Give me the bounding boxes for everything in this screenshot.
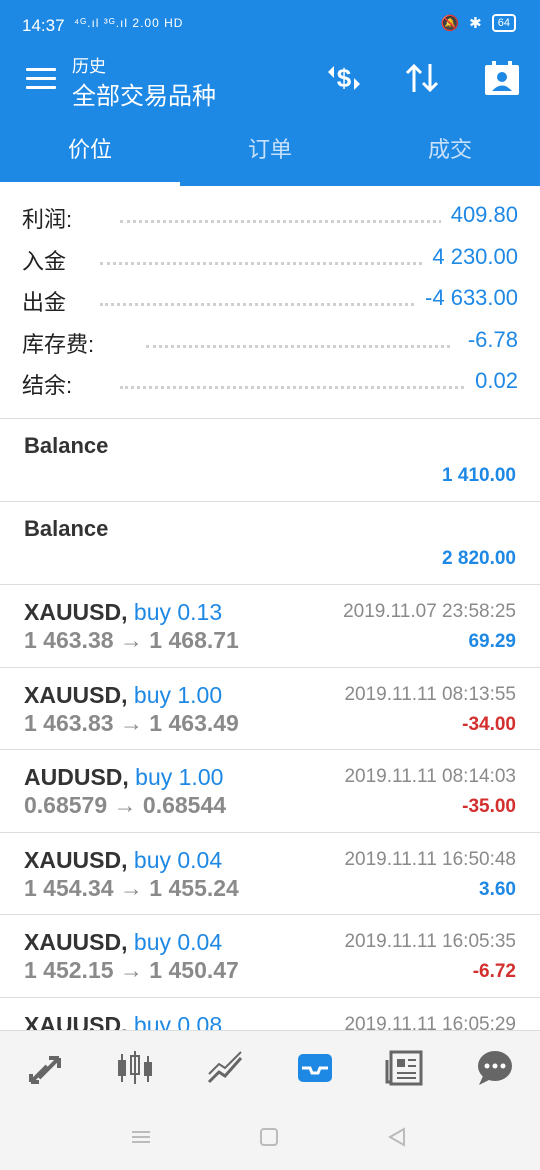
bottom-navigation — [0, 1030, 540, 1104]
trade-prices: 1 454.34 → 1 455.24 — [24, 874, 239, 901]
summary-value: 0.02 — [465, 368, 518, 394]
battery-icon: 64 — [491, 14, 516, 32]
trade-time: 2019.11.11 08:14:03 — [344, 766, 516, 787]
nav-quotes[interactable] — [0, 1031, 90, 1104]
summary-label: 库存费: — [22, 326, 105, 359]
svg-text:$: $ — [337, 63, 352, 93]
trade-side: buy 0.04 — [133, 929, 223, 955]
currency-exchange-icon[interactable]: $ — [324, 58, 364, 98]
summary-label: 出金 — [22, 285, 77, 317]
trend-chart-icon — [207, 1050, 243, 1083]
summary-panel: 利润: 409.80 入金 4 230.00 出金 -4 633.00 库存费:… — [0, 196, 540, 404]
summary-row-deposit: 入金 4 230.00 — [0, 238, 540, 280]
balance-amount: 2 820.00 — [442, 548, 516, 569]
symbol-selector[interactable]: 全部交易品种 — [72, 76, 216, 111]
trade-profit: -6.72 — [472, 961, 516, 982]
nav-history[interactable] — [270, 1031, 360, 1104]
balance-title: Balance — [24, 516, 109, 541]
trade-profit: 3.60 — [479, 878, 516, 900]
recent-apps-icon[interactable] — [130, 1126, 152, 1153]
balance-amount: 1 410.00 — [442, 465, 516, 486]
menu-icon[interactable] — [26, 68, 56, 92]
summary-label: 利润: — [22, 202, 83, 234]
trade-profit: -34.00 — [462, 713, 516, 735]
back-icon[interactable] — [386, 1126, 408, 1153]
trade-time: 2019.11.07 23:58:25 — [343, 601, 516, 622]
list-item-balance[interactable]: Balance 1 410.00 — [0, 419, 540, 502]
trade-profit: -35.00 — [462, 796, 516, 817]
list-item-trade[interactable]: XAUUSD, buy 0.04 1 454.34 → 1 455.24 201… — [0, 833, 540, 915]
trade-profit: 69.29 — [468, 631, 516, 652]
tab-bar: 价位 订单 成交 — [0, 118, 540, 186]
list-item-trade[interactable]: XAUUSD, buy 0.13 1 463.38 → 1 468.71 201… — [0, 585, 540, 668]
trade-side: buy 1.00 — [135, 764, 224, 790]
trade-side: buy 0.13 — [133, 599, 223, 625]
nav-chart[interactable] — [90, 1031, 180, 1104]
nav-trade[interactable] — [180, 1031, 270, 1104]
chat-icon — [478, 1050, 512, 1085]
bluetooth-icon: ✱ — [469, 15, 482, 32]
list-item-trade[interactable]: XAUUSD, buy 0.08 2019.11.11 16:05:29 — [0, 998, 540, 1031]
trade-time: 2019.11.11 08:13:55 — [344, 683, 516, 705]
trade-time: 2019.11.11 16:50:48 — [344, 848, 516, 870]
list-item-trade[interactable]: XAUUSD, buy 0.04 1 452.15 → 1 450.47 201… — [0, 915, 540, 998]
list-item-trade[interactable]: AUDUSD, buy 1.00 0.68579 → 0.68544 2019.… — [0, 750, 540, 833]
nav-chat[interactable] — [450, 1031, 540, 1104]
trade-symbol: AUDUSD, — [24, 764, 129, 790]
trade-side: buy 1.00 — [133, 681, 223, 708]
summary-row-balance: 结余: 0.02 — [0, 362, 540, 404]
trade-prices: 1 463.38 → 1 468.71 — [24, 627, 239, 653]
history-inbox-icon — [298, 1053, 332, 1082]
list-item-trade[interactable]: XAUUSD, buy 1.00 1 463.83 → 1 463.49 201… — [0, 668, 540, 750]
summary-row-withdrawal: 出金 -4 633.00 — [0, 279, 540, 321]
candlestick-chart-icon — [118, 1050, 152, 1084]
summary-row-swap: 库存费: -6.78 — [0, 321, 540, 363]
trade-symbol: XAUUSD, — [24, 599, 128, 625]
summary-label: 入金 — [22, 243, 77, 276]
page-subtitle: 历史 — [72, 57, 106, 76]
trade-symbol: XAUUSD, — [24, 846, 128, 873]
trade-prices: 1 463.83 → 1 463.49 — [24, 709, 239, 736]
tab-positions[interactable]: 价位 — [0, 118, 180, 186]
trade-symbol: XAUUSD, — [24, 681, 128, 708]
trade-time: 2019.11.11 16:05:35 — [344, 931, 516, 952]
home-icon[interactable] — [258, 1126, 280, 1153]
trade-side: buy 0.04 — [133, 846, 223, 873]
status-time: 14:37 — [22, 16, 65, 35]
trade-prices: 1 452.15 → 1 450.47 — [24, 957, 239, 983]
toolbar: 历史 全部交易品种 $ — [0, 50, 540, 114]
status-bar: 14:37 ⁴ᴳ.ıl ³ᴳ.ıl 2.00 HD 🔕 ✱ 64 — [0, 0, 540, 52]
summary-value: -4 633.00 — [415, 285, 518, 311]
balance-title: Balance — [24, 433, 109, 458]
tab-deals[interactable]: 成交 — [360, 118, 540, 186]
network-indicator: ⁴ᴳ.ıl ³ᴳ.ıl 2.00 HD — [74, 16, 184, 30]
calendar-period-icon[interactable] — [482, 58, 522, 98]
summary-row-profit: 利润: 409.80 — [0, 196, 540, 238]
sort-icon[interactable] — [402, 58, 442, 98]
quotes-icon — [29, 1055, 61, 1084]
trade-side: buy 0.08 — [133, 1011, 223, 1031]
trade-time: 2019.11.11 16:05:29 — [344, 1013, 516, 1031]
trade-symbol: XAUUSD, — [24, 1011, 128, 1031]
app-header: 14:37 ⁴ᴳ.ıl ³ᴳ.ıl 2.00 HD 🔕 ✱ 64 历史 全部交易… — [0, 0, 540, 186]
trade-prices: 0.68579 → 0.68544 — [24, 792, 227, 818]
trade-symbol: XAUUSD, — [24, 929, 128, 955]
system-navigation-bar — [0, 1104, 540, 1170]
summary-value: 4 230.00 — [422, 243, 518, 270]
nav-news[interactable] — [360, 1031, 450, 1104]
summary-label: 结余: — [22, 368, 83, 400]
tab-orders[interactable]: 订单 — [180, 118, 360, 186]
history-list[interactable]: Balance 1 410.00 Balance 2 820.00 XAUUSD… — [0, 418, 540, 1030]
mute-icon: 🔕 — [440, 15, 460, 32]
summary-value: -6.78 — [457, 326, 518, 353]
summary-value: 409.80 — [440, 202, 518, 228]
list-item-balance[interactable]: Balance 2 820.00 — [0, 502, 540, 585]
news-icon — [385, 1050, 423, 1085]
